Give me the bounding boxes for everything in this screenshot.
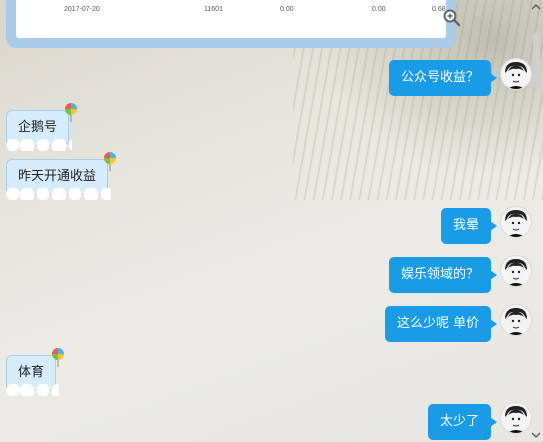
table-cell-value: 0.00 (280, 6, 294, 13)
message-text: 体育 (18, 365, 45, 380)
user-avatar[interactable] (500, 58, 532, 90)
incoming-message[interactable]: 企鹅号 (3, 110, 73, 151)
cloud-decoration (3, 188, 112, 200)
message-text: 公众号收益？ (401, 70, 480, 85)
avatar-face-icon (505, 62, 527, 89)
message-text: 我晕 (453, 218, 480, 233)
image-preview[interactable]: 2017-07-20 11601 0.00 0.00 0.68 (16, 0, 446, 38)
cloud-decoration (3, 139, 73, 151)
chevron-down-icon[interactable] (529, 428, 543, 442)
zoom-in-icon[interactable] (442, 8, 462, 28)
balloon-icon (65, 103, 77, 122)
outgoing-message[interactable]: 这么少呢 单价 (385, 306, 498, 342)
outgoing-message[interactable]: 我晕 (441, 208, 498, 244)
avatar-face-icon (505, 259, 527, 286)
message-text: 娱乐领域的？ (401, 267, 480, 282)
cloud-decoration (3, 384, 60, 396)
avatar-face-icon (505, 308, 527, 335)
table-cell-count: 11601 (204, 6, 223, 13)
table-cell-value: 0.00 (372, 6, 386, 13)
table-cell-date: 2017-07-20 (64, 6, 100, 13)
image-message-bubble[interactable]: 2017-07-20 11601 0.00 0.00 0.68 (6, 0, 461, 48)
incoming-message[interactable]: 昨天开通收益 (3, 159, 112, 200)
outgoing-message[interactable]: 公众号收益？ (389, 60, 498, 96)
message-text: 太少了 (440, 414, 480, 429)
balloon-icon (104, 152, 116, 171)
outgoing-message[interactable]: 太少了 (428, 404, 498, 440)
message-text: 这么少呢 单价 (397, 316, 480, 331)
incoming-message[interactable]: 体育 (3, 355, 60, 396)
user-avatar[interactable] (500, 402, 532, 434)
message-text: 企鹅号 (18, 120, 58, 135)
user-avatar[interactable] (500, 206, 532, 238)
scrollbar-thumb[interactable] (533, 32, 540, 88)
balloon-icon (52, 348, 64, 367)
outgoing-message[interactable]: 娱乐领域的？ (389, 257, 498, 293)
chevron-up-icon[interactable] (529, 0, 543, 14)
avatar-face-icon (505, 406, 527, 433)
message-text: 昨天开通收益 (18, 169, 97, 184)
user-avatar[interactable] (500, 255, 532, 287)
avatar-face-icon (505, 210, 527, 237)
user-avatar[interactable] (500, 304, 532, 336)
